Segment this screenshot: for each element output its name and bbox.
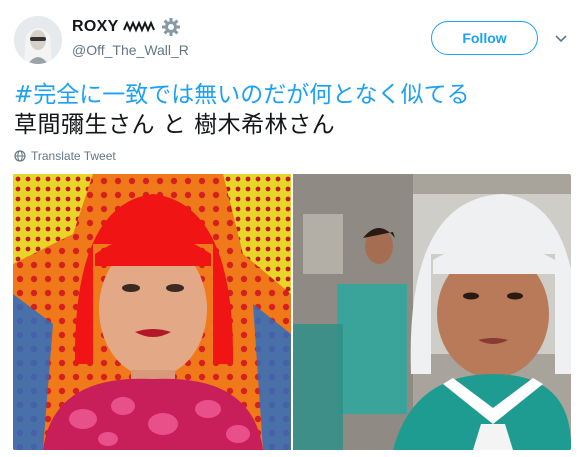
media-grid	[13, 174, 571, 450]
user-handle[interactable]: @Off_The_Wall_R	[72, 42, 189, 58]
hashtag-link[interactable]: #完全に一致では無いのだが何となく似てる	[14, 80, 574, 110]
zigzag-emoji-icon	[122, 20, 155, 33]
display-name[interactable]: ROXY	[72, 18, 119, 36]
tweet-text-line: 草間彌生さん と 樹木希林さん	[14, 112, 336, 138]
tweet-text: #完全に一致では無いのだが何となく似てる 草間彌生さん と 樹木希林さん	[14, 80, 574, 140]
gear-emoji-icon	[161, 18, 180, 36]
avatar[interactable]	[14, 16, 62, 64]
globe-icon	[14, 150, 26, 162]
follow-button[interactable]: Follow	[431, 21, 538, 55]
red-bob-woman-polka-dot-photo[interactable]	[13, 174, 291, 450]
white-bob-woman-sailor-uniform-photo[interactable]	[293, 174, 571, 450]
avatar-portrait-icon	[14, 16, 62, 64]
translate-tweet-link[interactable]: Translate Tweet	[14, 149, 116, 163]
translate-label[interactable]: Translate Tweet	[31, 149, 116, 163]
chevron-down-icon[interactable]	[553, 30, 569, 46]
name-row: ROXY	[72, 16, 181, 38]
